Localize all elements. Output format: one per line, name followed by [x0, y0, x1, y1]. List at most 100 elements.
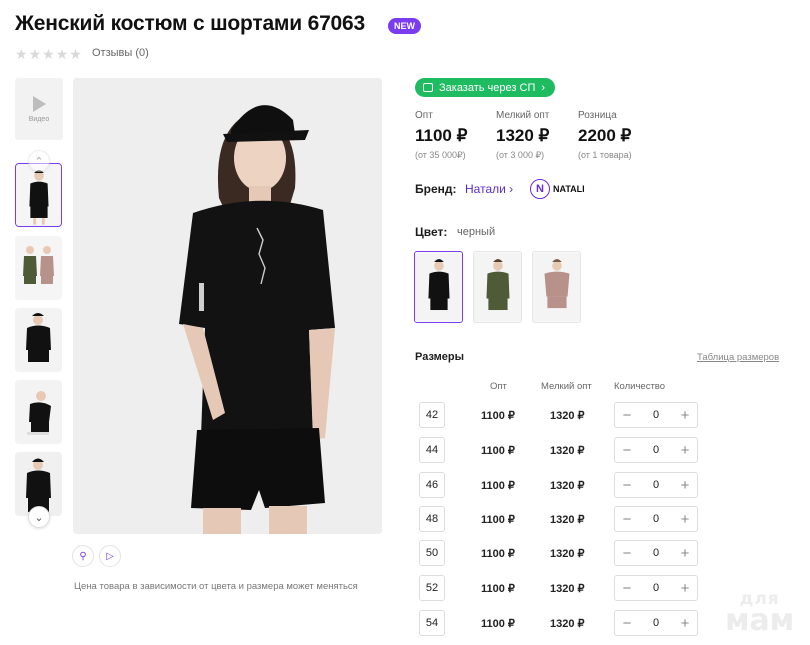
- price-value: 2200 ₽: [578, 126, 632, 145]
- play-icon: ▷: [106, 550, 114, 562]
- rating-stars[interactable]: ★ ★ ★ ★ ★: [15, 47, 82, 61]
- plus-button[interactable]: +: [679, 512, 691, 527]
- swatch-photo: [474, 252, 521, 322]
- share-button[interactable]: ⚲: [72, 545, 94, 567]
- plus-button[interactable]: +: [679, 478, 691, 493]
- quantity-stepper: − 0 +: [614, 610, 698, 636]
- size-chart-link[interactable]: Таблица размеров: [697, 352, 779, 363]
- opt-price: 1100 ₽: [481, 583, 515, 595]
- small-opt-price: 1320 ₽: [550, 480, 585, 492]
- gallery-thumbnail[interactable]: [15, 163, 62, 227]
- star-icon: ★: [55, 46, 69, 62]
- minus-button[interactable]: −: [621, 478, 633, 493]
- minus-button[interactable]: −: [621, 616, 633, 631]
- brand-logo-text: NATALI: [553, 184, 585, 194]
- quantity-value[interactable]: 0: [653, 513, 659, 525]
- opt-price: 1100 ₽: [481, 410, 515, 422]
- plus-button[interactable]: +: [679, 616, 691, 631]
- price-label: Опт: [415, 110, 433, 121]
- size-label: 54: [419, 610, 445, 636]
- minus-button[interactable]: −: [621, 443, 633, 458]
- gallery-thumbnail[interactable]: [15, 236, 62, 300]
- size-label: 50: [419, 540, 445, 566]
- minus-button[interactable]: −: [621, 581, 633, 596]
- quantity-value[interactable]: 0: [653, 409, 659, 421]
- price-label: Розница: [578, 110, 617, 121]
- plus-button[interactable]: +: [679, 581, 691, 596]
- plus-button[interactable]: +: [679, 408, 691, 423]
- watermark: для мам: [725, 590, 795, 639]
- size-row: 42 1100 ₽ 1320 ₽ − 0 +: [419, 402, 699, 428]
- color-swatch-olive[interactable]: [473, 251, 522, 323]
- model-photo: [73, 78, 382, 534]
- size-row: 52 1100 ₽ 1320 ₽ − 0 +: [419, 575, 699, 601]
- gallery-thumbnail[interactable]: [15, 380, 62, 444]
- minus-button[interactable]: −: [621, 546, 633, 561]
- thumbnails-down-button[interactable]: ⌄: [28, 506, 50, 528]
- price-min: (от 1 товара): [578, 150, 632, 160]
- product-title: Женский костюм с шортами 67063: [15, 12, 365, 35]
- sizes-title: Размеры: [415, 351, 465, 363]
- small-opt-price: 1320 ₽: [550, 583, 585, 595]
- quantity-value[interactable]: 0: [653, 617, 659, 629]
- hanger-icon: ⚲: [79, 550, 87, 562]
- column-header-opt: Опт: [490, 381, 507, 392]
- plus-button[interactable]: +: [679, 546, 691, 561]
- color-swatch-pink-beige[interactable]: [532, 251, 581, 323]
- plus-button[interactable]: +: [679, 443, 691, 458]
- quantity-value[interactable]: 0: [653, 479, 659, 491]
- chevron-right-icon: ›: [509, 182, 514, 196]
- size-row: 50 1100 ₽ 1320 ₽ − 0 +: [419, 540, 699, 566]
- brand-name: Натали: [465, 182, 506, 196]
- reviews-link[interactable]: Отзывы (0): [92, 47, 149, 59]
- thumbnail-photo: [15, 236, 62, 300]
- price-note: Цена товара в зависимости от цвета и раз…: [74, 581, 358, 592]
- small-opt-price: 1320 ₽: [550, 410, 585, 422]
- small-opt-price: 1320 ₽: [550, 445, 585, 457]
- size-row: 54 1100 ₽ 1320 ₽ − 0 +: [419, 610, 699, 636]
- small-opt-price: 1320 ₽: [550, 514, 585, 526]
- video-thumbnail[interactable]: Видео: [15, 78, 63, 140]
- thumbnail-photo: [15, 380, 62, 444]
- brand-label: Бренд:: [415, 182, 457, 196]
- size-label: 52: [419, 575, 445, 601]
- price-min: (от 35 000₽): [415, 150, 466, 160]
- brand-logo[interactable]: N NATALI: [530, 179, 585, 199]
- opt-price: 1100 ₽: [481, 618, 515, 630]
- brand-link[interactable]: Натали ›: [465, 182, 513, 196]
- size-label: 44: [419, 437, 445, 463]
- order-sp-button[interactable]: Заказать через СП ›: [415, 78, 556, 97]
- quantity-value[interactable]: 0: [653, 547, 659, 559]
- size-row: 46 1100 ₽ 1320 ₽ − 0 +: [419, 472, 699, 498]
- quantity-value[interactable]: 0: [653, 444, 659, 456]
- star-icon: ★: [69, 46, 82, 62]
- minus-button[interactable]: −: [621, 408, 633, 423]
- quantity-stepper: − 0 +: [614, 402, 698, 428]
- swatch-photo: [415, 252, 462, 322]
- cart-icon: [423, 83, 433, 92]
- main-product-photo[interactable]: [73, 78, 382, 534]
- quantity-value[interactable]: 0: [653, 582, 659, 594]
- price-value: 1100 ₽: [415, 126, 468, 145]
- new-badge: NEW: [388, 18, 421, 34]
- gallery-thumbnail[interactable]: [15, 308, 62, 372]
- opt-price: 1100 ₽: [481, 514, 515, 526]
- column-header-small-opt: Мелкий опт: [541, 381, 592, 392]
- opt-price: 1100 ₽: [481, 548, 515, 560]
- quantity-stepper: − 0 +: [614, 506, 698, 532]
- minus-button[interactable]: −: [621, 512, 633, 527]
- opt-price: 1100 ₽: [481, 445, 515, 457]
- watermark-bottom: мам: [725, 603, 795, 639]
- order-sp-label: Заказать через СП: [439, 81, 536, 94]
- color-label: Цвет:: [415, 225, 448, 239]
- play-video-button[interactable]: ▷: [99, 545, 121, 567]
- price-min: (от 3 000 ₽): [496, 150, 545, 160]
- swatch-photo: [533, 252, 580, 322]
- quantity-stepper: − 0 +: [614, 575, 698, 601]
- color-swatch-black[interactable]: [414, 251, 463, 323]
- chevron-down-icon: ⌄: [34, 511, 44, 524]
- thumbnails-up-button[interactable]: ⌃: [28, 150, 50, 172]
- price-value: 1320 ₽: [496, 126, 550, 145]
- chevron-up-icon: ⌃: [34, 155, 44, 168]
- star-icon: ★: [15, 46, 28, 62]
